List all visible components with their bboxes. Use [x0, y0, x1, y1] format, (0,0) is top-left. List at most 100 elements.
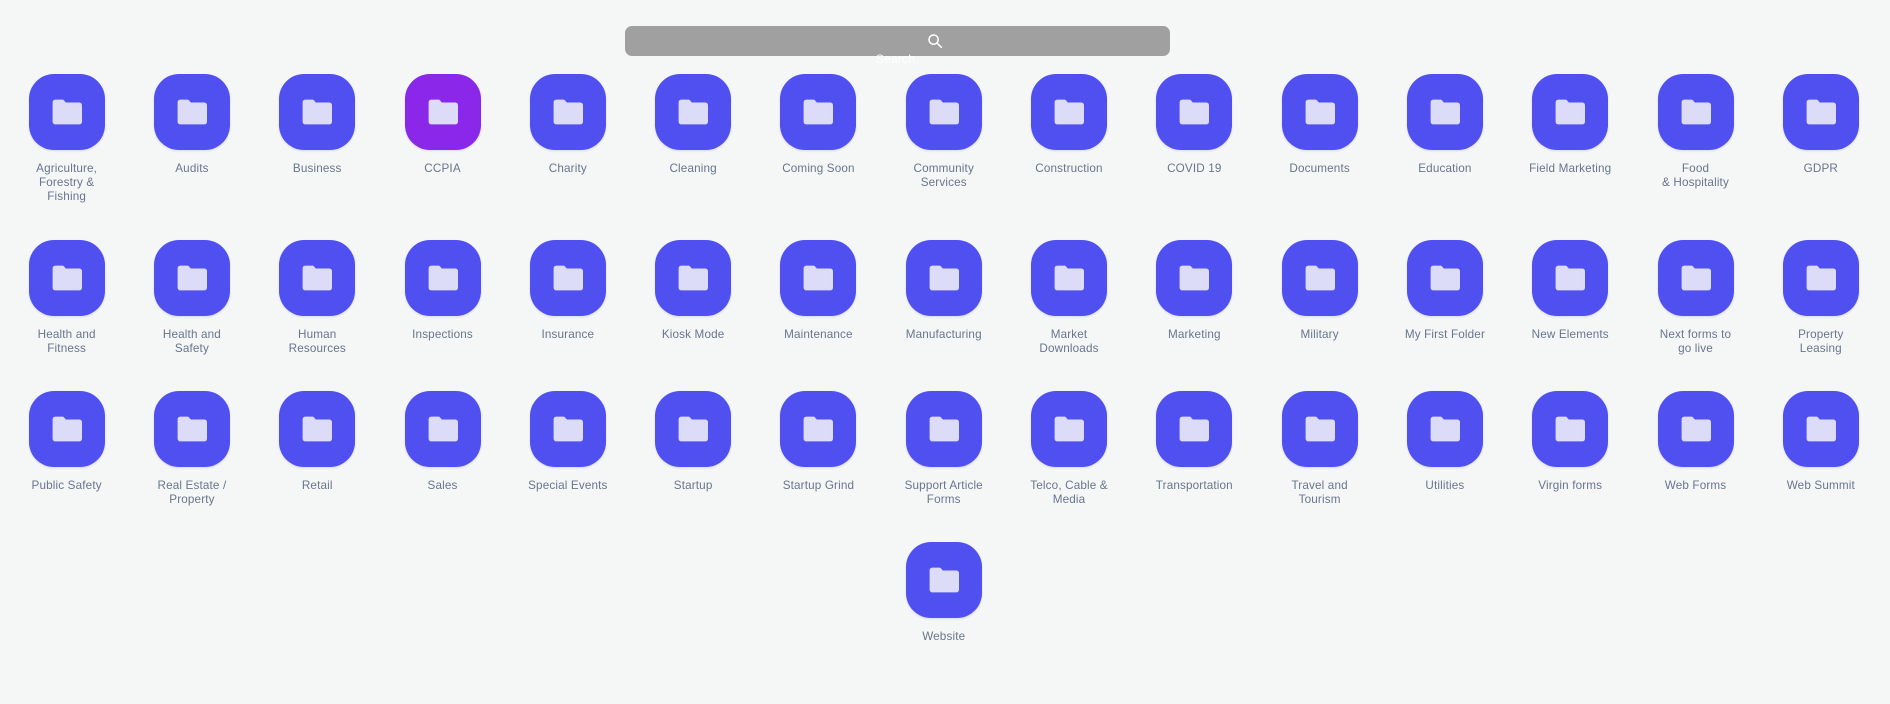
folder-item[interactable]: Manufacturing	[881, 239, 1006, 356]
folder-item[interactable]: Support Article Forms	[881, 391, 1006, 507]
folder-tile[interactable]	[279, 74, 356, 150]
folder-item[interactable]: Audits	[129, 74, 254, 205]
folder-tile[interactable]	[1406, 239, 1483, 316]
folder-item[interactable]: Web Summit	[1758, 391, 1883, 507]
folder-tile[interactable]	[1281, 239, 1358, 316]
folder-tile[interactable]	[28, 239, 105, 316]
search-caption-text: Search	[875, 52, 916, 66]
folder-tile[interactable]	[1782, 239, 1859, 316]
folder-item[interactable]: Documents	[1257, 74, 1382, 205]
folder-item[interactable]: Kiosk Mode	[630, 239, 755, 356]
folder-tile[interactable]	[529, 391, 606, 468]
folder-tile[interactable]	[1281, 391, 1358, 468]
folder-tile[interactable]	[655, 239, 732, 316]
folder-tile[interactable]	[1532, 239, 1609, 316]
folder-item[interactable]: Field Marketing	[1508, 74, 1633, 205]
folder-label-line: Downloads	[1039, 341, 1099, 355]
folder-tile[interactable]	[1532, 391, 1609, 468]
folder-item[interactable]: Startup Grind	[756, 391, 881, 507]
folder-tile[interactable]	[529, 239, 606, 316]
folder-item[interactable]: Website	[881, 542, 1006, 644]
folder-tile[interactable]	[1031, 74, 1108, 150]
folder-item[interactable]: Next forms to go live	[1633, 239, 1758, 356]
folder-tile[interactable]	[1406, 391, 1483, 468]
folder-tile[interactable]	[905, 239, 982, 316]
folder-item[interactable]: Telco, Cable & Media	[1006, 391, 1131, 507]
folder-item[interactable]: Maintenance	[756, 239, 881, 356]
folder-item[interactable]: Food & Hospitality	[1633, 74, 1758, 205]
folder-item[interactable]: GDPR	[1758, 74, 1883, 205]
folder-item[interactable]: Transportation	[1132, 391, 1257, 507]
folder-item[interactable]: Special Events	[505, 391, 630, 507]
folder-tile[interactable]	[1031, 239, 1108, 316]
folder-tile[interactable]	[655, 391, 732, 468]
folder-tile[interactable]	[153, 74, 230, 150]
folder-item[interactable]: Sales	[380, 391, 505, 507]
folder-item[interactable]: Public Safety	[4, 391, 129, 507]
folder-label: Agriculture, Forestry & Fishing	[8, 162, 126, 205]
folder-tile[interactable]	[1156, 74, 1233, 150]
folder-tile[interactable]	[1782, 391, 1859, 468]
folder-item[interactable]: Education	[1382, 74, 1507, 205]
folder-tile[interactable]	[905, 391, 982, 468]
folder-tile[interactable]	[1657, 239, 1734, 316]
folder-item[interactable]: Web Forms	[1633, 391, 1758, 507]
folder-item[interactable]: My First Folder	[1382, 239, 1507, 356]
folder-item[interactable]: New Elements	[1508, 239, 1633, 356]
folder-item[interactable]: Agriculture, Forestry & Fishing	[4, 74, 129, 205]
folder-item[interactable]: Coming Soon	[756, 74, 881, 205]
folder-tile[interactable]	[404, 391, 481, 468]
folder-item[interactable]: Construction	[1006, 74, 1131, 205]
folder-item[interactable]: Cleaning	[630, 74, 755, 205]
folder-tile[interactable]	[905, 542, 982, 619]
folder-item[interactable]: Business	[255, 74, 380, 205]
folder-item[interactable]: Human Resources	[255, 239, 380, 356]
folder-tile[interactable]	[529, 74, 606, 150]
folder-item[interactable]: Startup	[630, 391, 755, 507]
folder-item[interactable]: Marketing	[1132, 239, 1257, 356]
folder-tile[interactable]	[1031, 391, 1108, 468]
folder-icon	[1054, 99, 1085, 125]
folder-tile[interactable]	[404, 74, 481, 150]
folder-tile[interactable]	[404, 239, 481, 316]
folder-item[interactable]: CCPIA	[380, 74, 505, 205]
folder-item[interactable]: Charity	[505, 74, 630, 205]
folder-item[interactable]: Travel and Tourism	[1257, 391, 1382, 507]
folder-item[interactable]: Real Estate / Property	[129, 391, 254, 507]
folder-item[interactable]: Property Leasing	[1758, 239, 1883, 356]
folder-item[interactable]: Market Downloads	[1006, 239, 1131, 356]
folder-tile[interactable]	[28, 391, 105, 468]
folder-item[interactable]: Community Services	[881, 74, 1006, 205]
folder-item[interactable]: Retail	[255, 391, 380, 507]
folder-item[interactable]: Health and Fitness	[4, 239, 129, 356]
folder-label: Insurance	[509, 328, 627, 342]
folder-item[interactable]: Utilities	[1382, 391, 1507, 507]
folder-tile[interactable]	[279, 391, 356, 468]
folder-tile[interactable]	[279, 239, 356, 316]
folder-tile[interactable]	[1657, 74, 1734, 150]
folder-tile[interactable]	[153, 391, 230, 468]
folder-item[interactable]: Virgin forms	[1508, 391, 1633, 507]
folder-item[interactable]: Military	[1257, 239, 1382, 356]
folder-tile[interactable]	[28, 74, 105, 150]
folder-label-line: Safety	[174, 341, 209, 355]
folder-tile[interactable]	[905, 74, 982, 150]
folder-tile[interactable]	[1281, 74, 1358, 150]
folder-tile[interactable]	[780, 74, 857, 150]
folder-tile[interactable]	[780, 391, 857, 468]
folder-item[interactable]: COVID 19	[1132, 74, 1257, 205]
folder-icon	[1305, 99, 1335, 125]
folder-tile[interactable]	[780, 239, 857, 316]
folder-tile[interactable]	[1156, 391, 1233, 468]
folder-item[interactable]: Health and Safety	[129, 239, 254, 356]
folder-item[interactable]: Insurance	[505, 239, 630, 356]
folder-tile[interactable]	[1406, 74, 1483, 150]
folder-tile[interactable]	[1657, 391, 1734, 468]
folder-tile[interactable]	[1782, 74, 1859, 150]
folder-tile[interactable]	[655, 74, 732, 150]
folder-label-line: GDPR	[1803, 162, 1838, 175]
folder-tile[interactable]	[1532, 74, 1609, 150]
folder-tile[interactable]	[153, 239, 230, 316]
folder-tile[interactable]	[1156, 239, 1233, 316]
folder-item[interactable]: Inspections	[380, 239, 505, 356]
